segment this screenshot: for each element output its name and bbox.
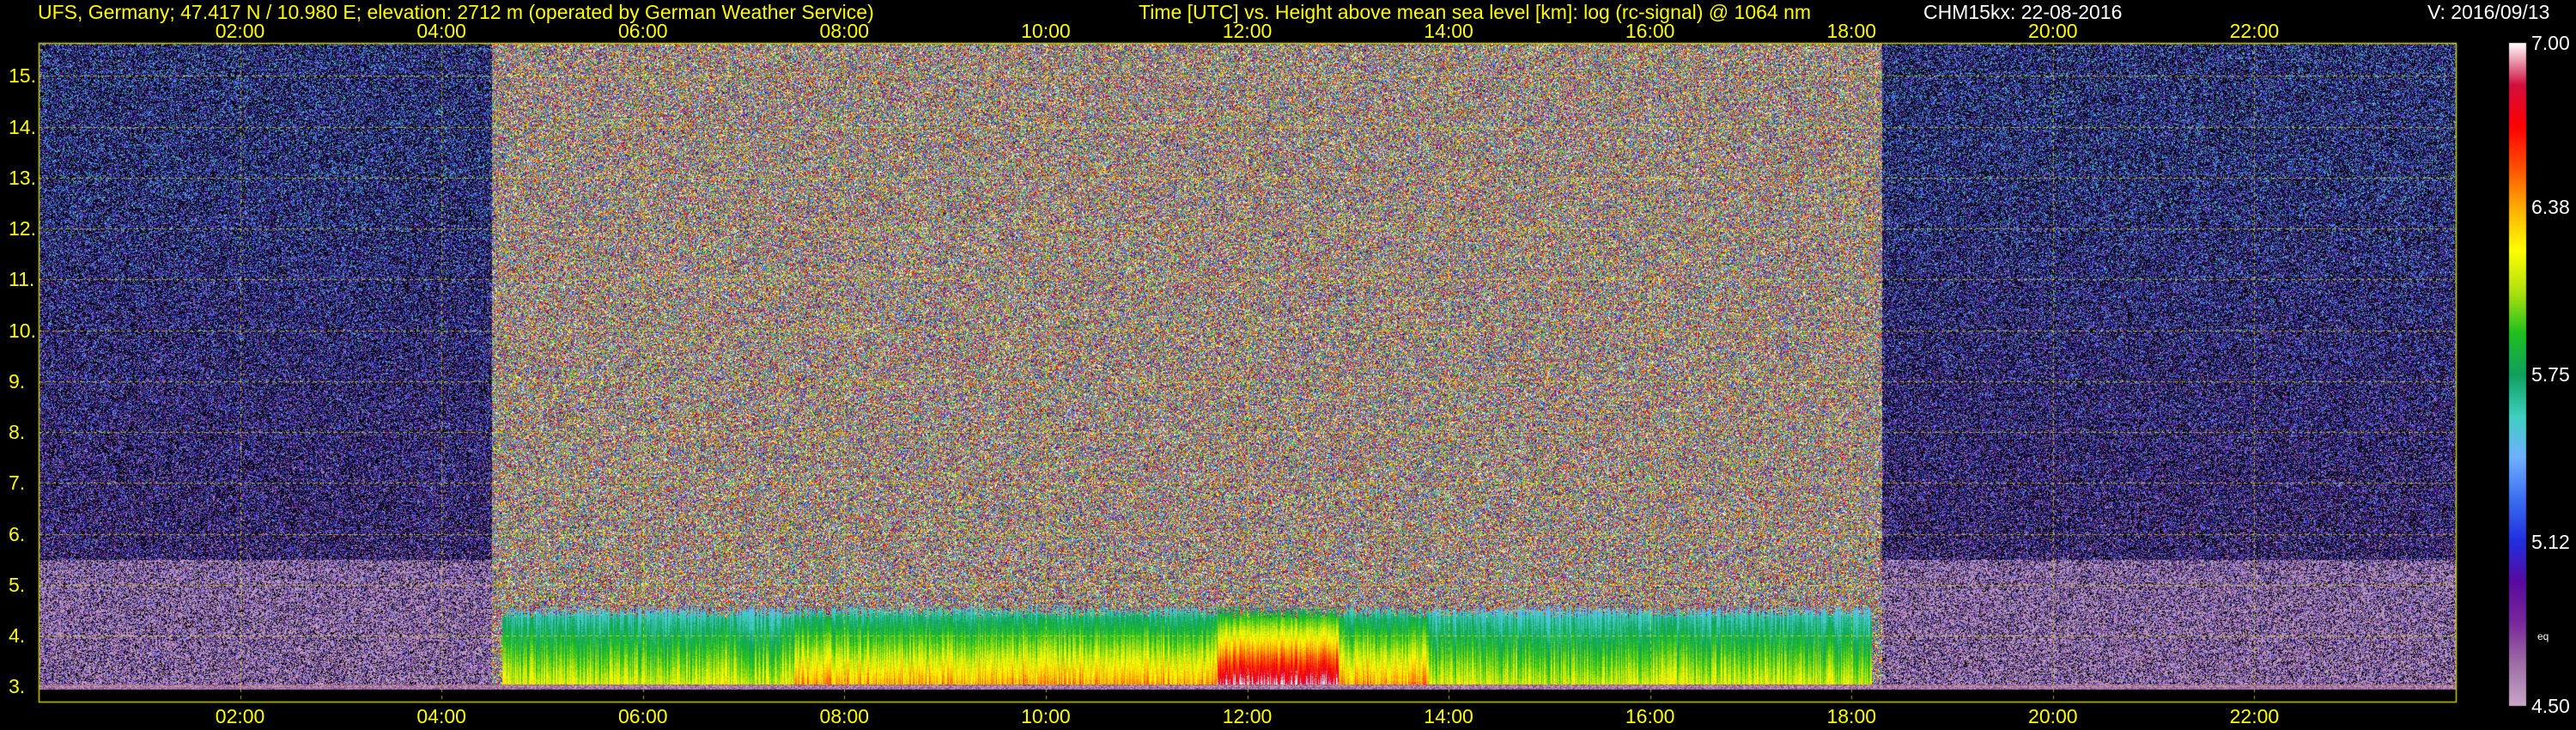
x-tick-label-bottom: 10:00 [1021, 705, 1071, 727]
x-tick-label-bottom: 06:00 [617, 705, 668, 727]
y-tick-label: 8. [9, 421, 26, 444]
colorbar-tick-label: 5.12 [2531, 530, 2570, 553]
x-tick-label-top: 10:00 [1021, 20, 1071, 42]
y-tick-label: 6. [9, 522, 26, 545]
x-tick-label-bottom: 12:00 [1222, 705, 1273, 727]
y-tick-label: 10. [9, 319, 36, 342]
x-tick-label-top: 02:00 [215, 20, 265, 42]
x-tick-label-top: 08:00 [819, 20, 870, 42]
version-label: V: 2016/09/13 [2427, 1, 2550, 23]
x-tick-label-top: 20:00 [2028, 20, 2078, 42]
x-tick-label-bottom: 16:00 [1625, 705, 1675, 727]
y-tick-label: 13. [9, 166, 36, 189]
y-tick-label: 4. [9, 624, 26, 647]
colorbar-tick-label: 4.50 [2531, 695, 2570, 717]
colorbar-small-label: eq [2537, 630, 2549, 642]
lidar-backscatter-plot [0, 0, 2576, 730]
x-tick-label-top: 14:00 [1424, 20, 1473, 42]
x-tick-label-top: 16:00 [1625, 20, 1675, 42]
x-tick-label-bottom: 08:00 [819, 705, 870, 727]
colorbar-tick-label: 5.75 [2531, 363, 2570, 386]
x-tick-label-bottom: 18:00 [1826, 705, 1877, 727]
x-tick-label-top: 18:00 [1826, 20, 1877, 42]
y-tick-label: 7. [9, 471, 26, 495]
x-tick-label-bottom: 04:00 [416, 705, 466, 727]
colorbar-tick-label: 7.00 [2531, 32, 2570, 54]
y-tick-label: 12. [9, 217, 36, 240]
y-tick-label: 11. [9, 268, 35, 291]
x-tick-label-top: 06:00 [617, 20, 668, 42]
x-tick-label-bottom: 20:00 [2028, 705, 2078, 727]
y-tick-label: 9. [9, 369, 26, 392]
x-tick-label-top: 12:00 [1222, 20, 1273, 42]
x-tick-label-bottom: 22:00 [2229, 705, 2280, 727]
x-tick-label-top: 22:00 [2229, 20, 2280, 42]
colorbar-tick-label: 6.38 [2531, 196, 2570, 219]
instrument-date: CHM15kx: 22-08-2016 [1923, 1, 2123, 23]
x-tick-label-top: 04:00 [416, 20, 466, 42]
y-tick-label: 5. [9, 573, 26, 596]
y-tick-label: 15. [9, 64, 36, 88]
y-tick-label: 14. [9, 115, 36, 138]
x-tick-label-bottom: 14:00 [1424, 705, 1473, 727]
x-tick-label-bottom: 02:00 [215, 705, 265, 727]
y-tick-label: 3. [9, 675, 26, 698]
